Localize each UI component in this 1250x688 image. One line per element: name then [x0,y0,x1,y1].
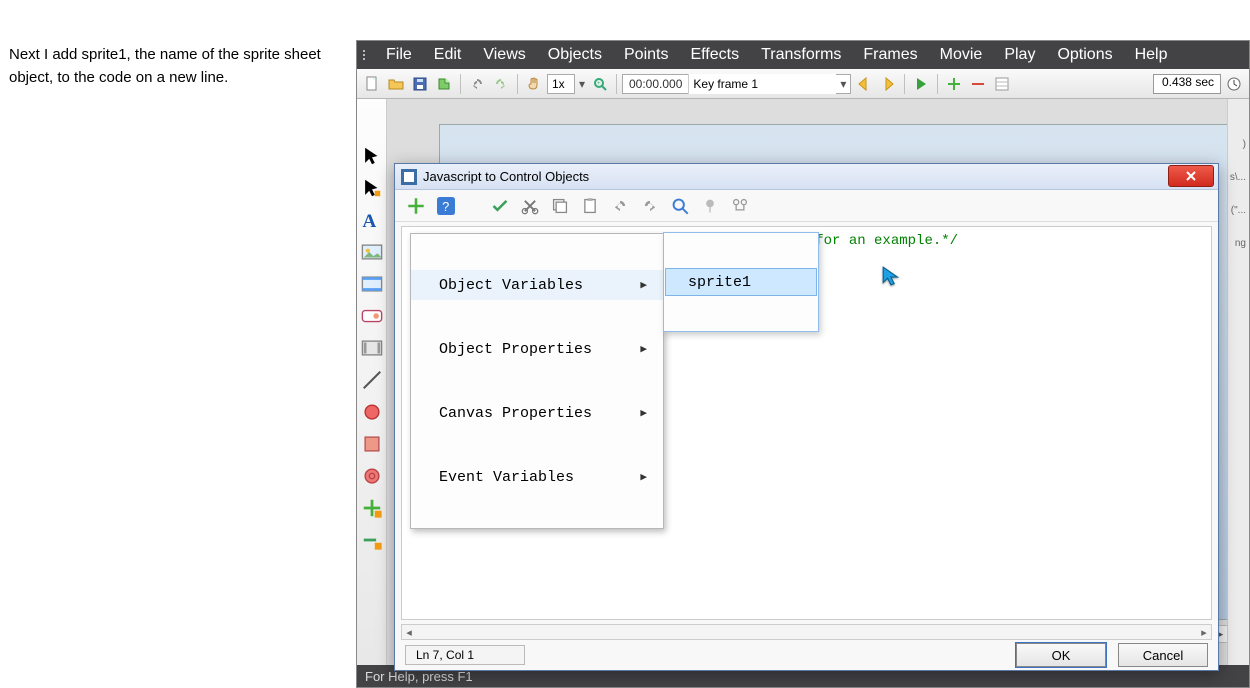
ctx-item-event-variables[interactable]: Event Variables▶ [411,462,663,492]
code-editor[interactable]: ontext Help above for an example.*/ 0; s… [401,226,1212,620]
new-file-icon[interactable] [361,73,383,95]
dialog-statusbar: Ln 7, Col 1 OK Cancel [395,640,1218,670]
menu-options[interactable]: Options [1046,46,1123,64]
menu-play[interactable]: Play [993,46,1046,64]
menu-edit[interactable]: Edit [423,46,473,64]
image-tool-icon[interactable] [361,241,383,263]
chevron-right-icon: ▶ [640,470,647,484]
clock-icon[interactable] [1223,73,1245,95]
timecode-label: 00:00.000 [623,77,688,91]
main-toolbar: ▾ + 00:00.000 ▾ 0.438 sec [357,69,1249,99]
instruction-text: Next I add sprite1, the name of the spri… [9,44,339,89]
zoom-fit-icon[interactable]: + [589,73,611,95]
menu-effects[interactable]: Effects [679,46,750,64]
code-scroll-right-icon[interactable]: ▸ [1197,626,1211,639]
zoom-input[interactable] [547,74,575,94]
frame-list-icon[interactable] [991,73,1013,95]
find-icon[interactable] [671,197,689,215]
menu-views[interactable]: Views [472,46,536,64]
svg-text:+: + [597,81,601,87]
chevron-right-icon: ▶ [640,278,647,292]
menu-file[interactable]: File [375,46,423,64]
button-tool-icon[interactable] [361,305,383,327]
tools-panel: A [357,99,387,665]
chevron-right-icon: ▶ [640,406,647,420]
frame-dropdown-icon[interactable]: ▾ [836,77,850,91]
script-dialog: Javascript to Control Objects ? [394,163,1219,671]
submenu-item-sprite1[interactable]: sprite1 [665,268,817,296]
menu-movie[interactable]: Movie [929,46,994,64]
menu-transforms[interactable]: Transforms [750,46,852,64]
undo-dlg-icon[interactable] [611,197,629,215]
copy-icon[interactable] [551,197,569,215]
remove-frame-icon[interactable] [967,73,989,95]
insert-variable-icon[interactable] [407,197,425,215]
save-icon[interactable] [409,73,431,95]
outline-icon[interactable] [731,197,749,215]
object-variables-submenu: sprite1 [663,232,819,332]
text-tool-icon[interactable]: A [361,209,383,231]
dialog-app-icon [401,169,417,185]
menubar: File Edit Views Objects Points Effects T… [357,41,1249,69]
prev-frame-icon[interactable] [853,73,875,95]
code-horizontal-scrollbar[interactable]: ◂ ▸ [401,624,1212,640]
remove-tool-icon[interactable] [361,529,383,551]
polygon-tool-icon[interactable] [361,465,383,487]
paste-icon[interactable] [581,197,599,215]
open-file-icon[interactable] [385,73,407,95]
svg-text:A: A [362,211,376,231]
next-frame-icon[interactable] [877,73,899,95]
right-docked-panel-edge: ) s\... ("... ng [1227,99,1249,665]
frame-name-input[interactable] [688,74,836,94]
ctx-item-object-variables[interactable]: Object Variables▶ [411,270,663,300]
play-icon[interactable] [910,73,932,95]
svg-text:?: ? [442,199,449,214]
export-icon[interactable] [433,73,455,95]
add-tool-icon[interactable] [361,497,383,519]
app-window: File Edit Views Objects Points Effects T… [356,40,1250,688]
cancel-button[interactable]: Cancel [1118,643,1208,667]
pan-hand-icon[interactable] [523,73,545,95]
check-syntax-icon[interactable] [491,197,509,215]
insert-context-menu: Object Variables▶ Object Properties▶ Can… [410,233,664,529]
bookmark-icon[interactable] [701,197,719,215]
duration-display: 0.438 sec [1153,74,1221,94]
undo-icon[interactable] [466,73,488,95]
menu-frames[interactable]: Frames [852,46,928,64]
add-frame-icon[interactable] [943,73,965,95]
dialog-title: Javascript to Control Objects [423,169,589,184]
ok-button[interactable]: OK [1016,643,1106,667]
menu-objects[interactable]: Objects [537,46,613,64]
workspace: 📌 × A ◂ ▸ ▴ ▾ ) [357,99,1249,665]
grip-icon [363,50,369,60]
menu-help[interactable]: Help [1124,46,1179,64]
movieclip-tool-icon[interactable] [361,337,383,359]
dialog-toolbar: ? [395,190,1218,222]
cut-icon[interactable] [521,197,539,215]
video-tool-icon[interactable] [361,273,383,295]
menu-points[interactable]: Points [613,46,679,64]
dialog-titlebar[interactable]: Javascript to Control Objects [395,164,1218,190]
context-help-icon[interactable]: ? [437,197,455,215]
rect-tool-icon[interactable] [361,433,383,455]
node-select-tool-icon[interactable] [361,177,383,199]
line-tool-icon[interactable] [361,369,383,391]
ctx-item-canvas-properties[interactable]: Canvas Properties▶ [411,398,663,428]
select-tool-icon[interactable] [361,145,383,167]
cursor-position-display: Ln 7, Col 1 [405,645,525,665]
dialog-close-button[interactable] [1168,165,1214,187]
ellipse-tool-icon[interactable] [361,401,383,423]
code-scroll-left-icon[interactable]: ◂ [402,626,416,639]
ctx-item-object-properties[interactable]: Object Properties▶ [411,334,663,364]
zoom-dropdown-icon[interactable]: ▾ [577,77,587,91]
chevron-right-icon: ▶ [640,342,647,356]
redo-dlg-icon[interactable] [641,197,659,215]
redo-icon[interactable] [490,73,512,95]
